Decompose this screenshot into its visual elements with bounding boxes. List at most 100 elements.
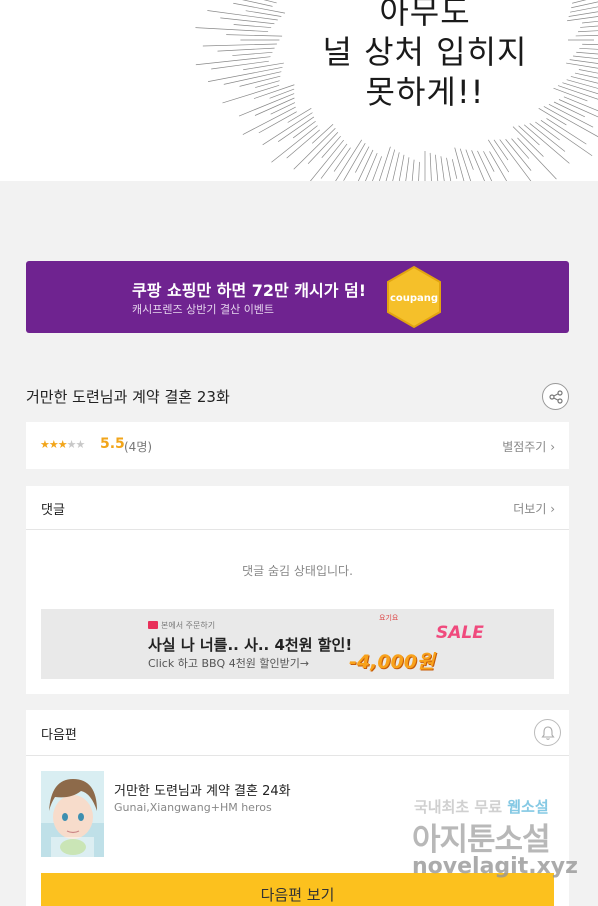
episode-thumbnail-image: [41, 771, 104, 857]
speed-line: [529, 123, 566, 152]
speed-line: [320, 143, 348, 179]
banner-headline: 쿠팡 쇼핑만 하면 72만 캐시가 덤!: [132, 281, 367, 300]
comic-panel: 아무도 널 상처 입히지 못하게!!: [0, 0, 598, 181]
speed-line: [411, 159, 415, 181]
speed-line: [451, 159, 458, 179]
speed-line: [505, 139, 532, 171]
speed-line: [195, 27, 269, 32]
ad-sale-label: SALE: [436, 623, 484, 643]
speed-line: [562, 82, 598, 95]
speed-line: [440, 156, 445, 181]
speed-line: [239, 75, 281, 87]
speed-line: [566, 79, 598, 89]
speed-line: [566, 62, 598, 69]
comments-header: 댓글 더보기 ›: [26, 486, 569, 530]
speed-line: [575, 35, 598, 37]
share-button[interactable]: [542, 383, 569, 410]
speed-line: [548, 103, 594, 128]
speed-line: [238, 93, 295, 117]
watermark-line-2: 아지툰소설: [412, 822, 551, 858]
speed-line: [195, 56, 271, 66]
speech-line-2: 널 상처 입히지: [322, 33, 528, 71]
speed-line: [385, 149, 396, 181]
speed-line: [202, 43, 277, 47]
speed-line: [418, 161, 420, 181]
brand-logo-icon: [148, 621, 158, 629]
ad-price: -4,000원: [349, 651, 435, 673]
speed-line: [398, 154, 405, 181]
speed-line: [242, 0, 273, 7]
rating-bar: ★★★★★ 5.5 (4명) 별점주기 ›: [26, 422, 569, 469]
speed-line: [574, 72, 598, 79]
speed-line: [493, 139, 509, 161]
speed-line: [310, 139, 344, 181]
speed-line: [511, 138, 530, 159]
speed-line: [499, 139, 532, 181]
speed-line: [343, 143, 366, 181]
speed-line: [435, 154, 439, 181]
speed-line: [512, 126, 544, 157]
rate-button[interactable]: 별점주기 ›: [502, 438, 555, 455]
share-icon: [549, 390, 563, 404]
comments-section: 댓글 더보기 › 댓글 숨김 상태입니다. 본에서 주문하기 사실 나 너를..…: [26, 486, 569, 694]
badge-text: coupang: [390, 293, 438, 304]
site-watermark: 국내최초 무료 웹소설 아지툰소설 novelagit.xyz: [410, 796, 578, 888]
speed-line: [365, 153, 378, 181]
chevron-right-icon: ›: [550, 502, 555, 516]
speed-line: [333, 147, 351, 172]
speed-line: [546, 118, 587, 145]
speed-line: [286, 129, 320, 159]
speed-line: [226, 34, 283, 37]
star-filled-icon: ★: [48, 438, 59, 451]
speed-line: [270, 102, 296, 115]
speed-line: [335, 139, 363, 181]
bbq-ad-banner[interactable]: 본에서 주문하기 사실 나 너를.. 사.. 4천원 할인! Click 하고 …: [41, 609, 554, 679]
speed-line: [580, 25, 598, 28]
speed-line: [392, 152, 400, 181]
speed-line: [372, 156, 382, 181]
more-label: 더보기: [513, 502, 547, 516]
speed-line: [263, 0, 277, 4]
next-episode-title[interactable]: 거만한 도련님과 계약 결혼 24화: [114, 780, 291, 799]
star-filled-icon: ★: [40, 438, 50, 451]
star-empty-icon: ★: [75, 438, 86, 451]
chevron-right-icon: ›: [550, 440, 555, 454]
speed-line: [405, 157, 410, 181]
comments-heading: 댓글: [41, 503, 65, 518]
ad-brand: 본에서 주문하기: [148, 620, 215, 631]
speed-line: [471, 150, 485, 181]
speed-line: [355, 146, 370, 173]
speed-line: [483, 151, 495, 172]
speed-line: [262, 112, 313, 146]
speech-bubble-text: 아무도 널 상처 입히지 못하게!!: [300, 0, 550, 112]
episode-title: 거만한 도련님과 계약 결혼 23화: [26, 388, 230, 406]
speed-line: [558, 99, 598, 118]
watermark-line-3: novelagit.xyz: [412, 854, 578, 879]
bell-icon: [541, 726, 555, 740]
speed-line: [459, 148, 472, 181]
speed-line: [222, 84, 280, 104]
speed-line: [207, 10, 278, 21]
speed-line: [277, 116, 315, 142]
ad-headline: 사실 나 너를.. 사.. 4천원 할인!: [148, 636, 353, 654]
speed-line: [582, 43, 598, 45]
coupang-banner[interactable]: 쿠팡 쇼핑만 하면 72만 캐시가 덤! 캐시프렌즈 상반기 결산 이벤트 co…: [26, 261, 569, 333]
next-episode-heading: 다음편: [41, 728, 77, 743]
rate-label: 별점주기: [502, 440, 547, 454]
comments-more-link[interactable]: 더보기 ›: [513, 500, 555, 517]
speed-line: [571, 1, 598, 9]
speed-line: [307, 131, 339, 165]
ad-brand-text: 본에서 주문하기: [161, 621, 216, 630]
speed-line: [573, 55, 598, 60]
next-episode-header: 다음편: [26, 710, 569, 756]
speed-line: [446, 157, 452, 181]
banner-subline: 캐시프렌즈 상반기 결산 이벤트: [132, 303, 275, 316]
speech-line-3: 못하게!!: [365, 73, 485, 111]
star-rating: ★★★★★: [40, 438, 86, 451]
speed-line: [569, 6, 598, 13]
speed-line: [579, 47, 598, 50]
speed-line: [563, 96, 598, 112]
notification-button[interactable]: [534, 719, 561, 746]
episode-thumbnail[interactable]: [41, 771, 104, 857]
comments-hidden-message: 댓글 숨김 상태입니다.: [242, 564, 353, 578]
